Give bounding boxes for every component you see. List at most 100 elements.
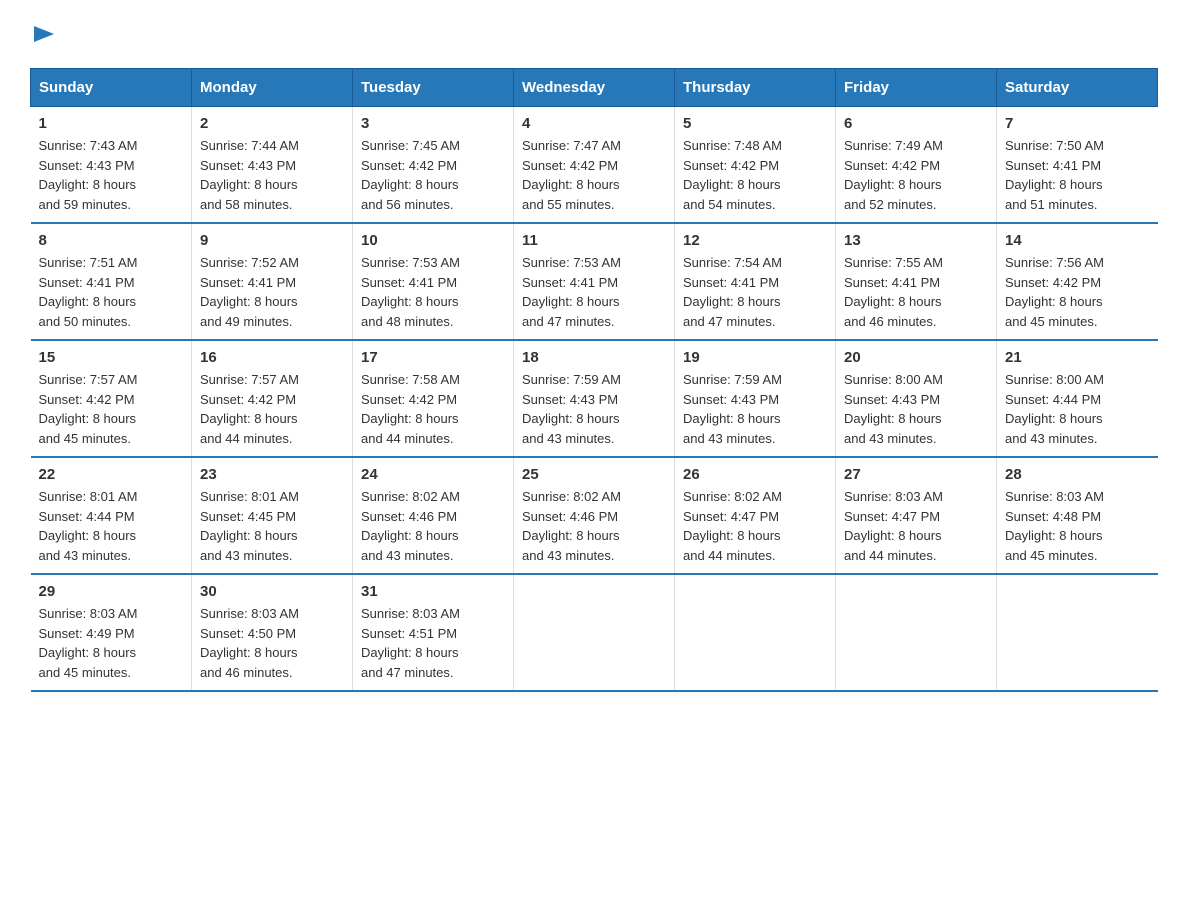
day-number: 19 (683, 349, 827, 366)
table-cell: 9Sunrise: 7:52 AMSunset: 4:41 PMDaylight… (192, 223, 353, 340)
table-cell: 13 Sunrise: 7:55 AMSunset: 4:41 PMDayligh… (836, 223, 997, 340)
calendar-body: 1 Sunrise: 7:43 AMSunset: 4:43 PMDaylight… (31, 107, 1158, 692)
day-info: Sunrise: 8:02 AMSunset: 4:46 PMDaylight:… (361, 487, 505, 565)
calendar-header: Sunday Monday Tuesday Wednesday Thursday… (31, 69, 1158, 107)
day-info: Sunrise: 7:54 AMSunset: 4:41 PMDaylight:… (683, 253, 827, 331)
day-info: Sunrise: 7:57 AMSunset: 4:42 PMDaylight:… (39, 370, 184, 448)
day-number: 8 (39, 232, 184, 249)
table-cell: 5 Sunrise: 7:48 AMSunset: 4:42 PMDaylight… (675, 107, 836, 224)
table-cell: 24 Sunrise: 8:02 AMSunset: 4:46 PMDayligh… (353, 457, 514, 574)
week-row-5: 29 Sunrise: 8:03 AMSunset: 4:49 PMDayligh… (31, 574, 1158, 691)
day-info: Sunrise: 7:57 AMSunset: 4:42 PMDaylight:… (200, 370, 344, 448)
day-number: 27 (844, 466, 988, 483)
day-number: 15 (39, 349, 184, 366)
page-header (30, 20, 1158, 48)
day-info: Sunrise: 8:02 AMSunset: 4:46 PMDaylight:… (522, 487, 666, 565)
col-tuesday: Tuesday (353, 69, 514, 107)
day-info: Sunrise: 7:47 AMSunset: 4:42 PMDaylight:… (522, 136, 666, 214)
day-info: Sunrise: 7:59 AMSunset: 4:43 PMDaylight:… (522, 370, 666, 448)
table-cell (997, 574, 1158, 691)
table-cell: 19 Sunrise: 7:59 AMSunset: 4:43 PMDayligh… (675, 340, 836, 457)
day-info: Sunrise: 8:03 AMSunset: 4:49 PMDaylight:… (39, 604, 184, 682)
logo (30, 20, 58, 48)
table-cell (514, 574, 675, 691)
day-info: Sunrise: 7:49 AMSunset: 4:42 PMDaylight:… (844, 136, 988, 214)
table-cell: 18 Sunrise: 7:59 AMSunset: 4:43 PMDayligh… (514, 340, 675, 457)
table-cell: 26 Sunrise: 8:02 AMSunset: 4:47 PMDayligh… (675, 457, 836, 574)
table-cell: 25 Sunrise: 8:02 AMSunset: 4:46 PMDayligh… (514, 457, 675, 574)
day-number: 16 (200, 349, 344, 366)
table-cell: 10Sunrise: 7:53 AMSunset: 4:41 PMDayligh… (353, 223, 514, 340)
day-info: Sunrise: 8:03 AMSunset: 4:47 PMDaylight:… (844, 487, 988, 565)
day-info: Sunrise: 7:56 AMSunset: 4:42 PMDaylight:… (1005, 253, 1150, 331)
day-number: 17 (361, 349, 505, 366)
day-number: 7 (1005, 115, 1150, 132)
day-info: Sunrise: 8:00 AMSunset: 4:43 PMDaylight:… (844, 370, 988, 448)
logo-triangle-icon (30, 20, 58, 48)
table-cell (675, 574, 836, 691)
day-number: 31 (361, 583, 505, 600)
day-info: Sunrise: 8:03 AMSunset: 4:48 PMDaylight:… (1005, 487, 1150, 565)
week-row-1: 1 Sunrise: 7:43 AMSunset: 4:43 PMDaylight… (31, 107, 1158, 224)
day-info: Sunrise: 8:01 AMSunset: 4:45 PMDaylight:… (200, 487, 344, 565)
day-info: Sunrise: 7:48 AMSunset: 4:42 PMDaylight:… (683, 136, 827, 214)
table-cell: 28Sunrise: 8:03 AMSunset: 4:48 PMDayligh… (997, 457, 1158, 574)
table-cell: 11Sunrise: 7:53 AMSunset: 4:41 PMDayligh… (514, 223, 675, 340)
table-cell: 15 Sunrise: 7:57 AMSunset: 4:42 PMDayligh… (31, 340, 192, 457)
table-cell: 1 Sunrise: 7:43 AMSunset: 4:43 PMDaylight… (31, 107, 192, 224)
day-number: 29 (39, 583, 184, 600)
day-number: 23 (200, 466, 344, 483)
col-wednesday: Wednesday (514, 69, 675, 107)
day-info: Sunrise: 7:51 AMSunset: 4:41 PMDaylight:… (39, 253, 184, 331)
table-cell: 2 Sunrise: 7:44 AMSunset: 4:43 PMDaylight… (192, 107, 353, 224)
header-row: Sunday Monday Tuesday Wednesday Thursday… (31, 69, 1158, 107)
day-number: 21 (1005, 349, 1150, 366)
day-info: Sunrise: 7:58 AMSunset: 4:42 PMDaylight:… (361, 370, 505, 448)
day-info: Sunrise: 7:55 AMSunset: 4:41 PMDaylight:… (844, 253, 988, 331)
day-number: 13 (844, 232, 988, 249)
day-number: 14 (1005, 232, 1150, 249)
table-cell: 16 Sunrise: 7:57 AMSunset: 4:42 PMDayligh… (192, 340, 353, 457)
day-number: 18 (522, 349, 666, 366)
day-number: 4 (522, 115, 666, 132)
table-cell: 7 Sunrise: 7:50 AMSunset: 4:41 PMDaylight… (997, 107, 1158, 224)
day-info: Sunrise: 8:03 AMSunset: 4:51 PMDaylight:… (361, 604, 505, 682)
table-cell: 8 Sunrise: 7:51 AMSunset: 4:41 PMDaylight… (31, 223, 192, 340)
day-info: Sunrise: 8:03 AMSunset: 4:50 PMDaylight:… (200, 604, 344, 682)
table-cell: 30 Sunrise: 8:03 AMSunset: 4:50 PMDayligh… (192, 574, 353, 691)
table-cell: 22Sunrise: 8:01 AMSunset: 4:44 PMDayligh… (31, 457, 192, 574)
day-number: 22 (39, 466, 184, 483)
day-number: 24 (361, 466, 505, 483)
day-number: 20 (844, 349, 988, 366)
day-number: 2 (200, 115, 344, 132)
day-info: Sunrise: 7:43 AMSunset: 4:43 PMDaylight:… (39, 136, 184, 214)
week-row-3: 15 Sunrise: 7:57 AMSunset: 4:42 PMDayligh… (31, 340, 1158, 457)
day-number: 26 (683, 466, 827, 483)
day-number: 6 (844, 115, 988, 132)
day-info: Sunrise: 7:45 AMSunset: 4:42 PMDaylight:… (361, 136, 505, 214)
table-cell: 14 Sunrise: 7:56 AMSunset: 4:42 PMDayligh… (997, 223, 1158, 340)
table-cell: 6 Sunrise: 7:49 AMSunset: 4:42 PMDaylight… (836, 107, 997, 224)
day-info: Sunrise: 7:53 AMSunset: 4:41 PMDaylight:… (361, 253, 505, 331)
table-cell: 4 Sunrise: 7:47 AMSunset: 4:42 PMDaylight… (514, 107, 675, 224)
table-cell: 31 Sunrise: 8:03 AMSunset: 4:51 PMDayligh… (353, 574, 514, 691)
day-number: 9 (200, 232, 344, 249)
day-number: 1 (39, 115, 184, 132)
table-cell: 27 Sunrise: 8:03 AMSunset: 4:47 PMDayligh… (836, 457, 997, 574)
day-info: Sunrise: 8:00 AMSunset: 4:44 PMDaylight:… (1005, 370, 1150, 448)
day-info: Sunrise: 7:44 AMSunset: 4:43 PMDaylight:… (200, 136, 344, 214)
table-cell: 21 Sunrise: 8:00 AMSunset: 4:44 PMDayligh… (997, 340, 1158, 457)
day-number: 30 (200, 583, 344, 600)
week-row-2: 8 Sunrise: 7:51 AMSunset: 4:41 PMDaylight… (31, 223, 1158, 340)
col-thursday: Thursday (675, 69, 836, 107)
day-number: 25 (522, 466, 666, 483)
col-friday: Friday (836, 69, 997, 107)
day-info: Sunrise: 8:02 AMSunset: 4:47 PMDaylight:… (683, 487, 827, 565)
col-monday: Monday (192, 69, 353, 107)
col-sunday: Sunday (31, 69, 192, 107)
day-info: Sunrise: 7:59 AMSunset: 4:43 PMDaylight:… (683, 370, 827, 448)
day-number: 3 (361, 115, 505, 132)
day-info: Sunrise: 7:50 AMSunset: 4:41 PMDaylight:… (1005, 136, 1150, 214)
week-row-4: 22Sunrise: 8:01 AMSunset: 4:44 PMDayligh… (31, 457, 1158, 574)
day-number: 5 (683, 115, 827, 132)
